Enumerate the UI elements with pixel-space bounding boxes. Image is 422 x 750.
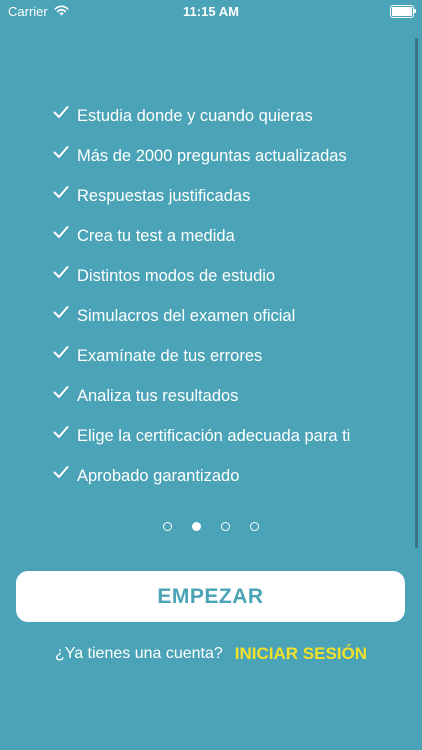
- page-dot[interactable]: [163, 522, 172, 531]
- checkmark-icon: [52, 303, 70, 321]
- login-link[interactable]: INICIAR SESIÓN: [235, 644, 367, 664]
- feature-item: Examínate de tus errores: [52, 336, 350, 376]
- feature-item: Analiza tus resultados: [52, 376, 350, 416]
- feature-item: Elige la certificación adecuada para ti: [52, 416, 350, 456]
- checkmark-icon: [52, 463, 70, 481]
- battery-icon: [390, 5, 416, 18]
- checkmark-icon: [52, 423, 70, 441]
- page-dot[interactable]: [192, 522, 201, 531]
- checkmark-icon: [52, 103, 70, 121]
- feature-item: Simulacros del examen oficial: [52, 296, 350, 336]
- feature-label: Examínate de tus errores: [77, 346, 263, 365]
- status-time: 11:15 AM: [183, 4, 239, 19]
- login-row: ¿Ya tienes una cuenta? INICIAR SESIÓN: [0, 644, 422, 664]
- page-dot[interactable]: [221, 522, 230, 531]
- checkmark-icon: [52, 343, 70, 361]
- feature-label: Más de 2000 preguntas actualizadas: [77, 146, 347, 165]
- feature-label: Aprobado garantizado: [77, 466, 240, 485]
- checkmark-icon: [52, 143, 70, 161]
- feature-label: Distintos modos de estudio: [77, 266, 276, 285]
- feature-label: Analiza tus resultados: [77, 386, 239, 405]
- feature-item: Aprobado garantizado: [52, 456, 350, 496]
- start-button[interactable]: EMPEZAR: [16, 571, 405, 622]
- checkmark-icon: [52, 183, 70, 201]
- page-indicator[interactable]: [0, 522, 422, 531]
- feature-item: Más de 2000 preguntas actualizadas: [52, 136, 350, 176]
- checkmark-icon: [52, 383, 70, 401]
- feature-label: Simulacros del examen oficial: [77, 306, 296, 325]
- page-dot[interactable]: [250, 522, 259, 531]
- feature-item: Estudia donde y cuando quieras: [52, 96, 350, 136]
- scroll-indicator[interactable]: [415, 38, 418, 548]
- feature-item: Respuestas justificadas: [52, 176, 350, 216]
- feature-list: Estudia donde y cuando quieras Más de 200…: [52, 96, 350, 496]
- login-prompt: ¿Ya tienes una cuenta?: [54, 645, 223, 662]
- feature-item: Crea tu test a medida: [52, 216, 350, 256]
- checkmark-icon: [52, 223, 70, 241]
- feature-label: Estudia donde y cuando quieras: [77, 106, 313, 125]
- feature-item: Distintos modos de estudio: [52, 256, 350, 296]
- status-bar: Carrier 11:15 AM: [0, 0, 422, 24]
- feature-label: Elige la certificación adecuada para ti: [77, 426, 351, 445]
- feature-label: Crea tu test a medida: [77, 226, 235, 245]
- feature-label: Respuestas justificadas: [77, 186, 251, 205]
- checkmark-icon: [52, 263, 70, 281]
